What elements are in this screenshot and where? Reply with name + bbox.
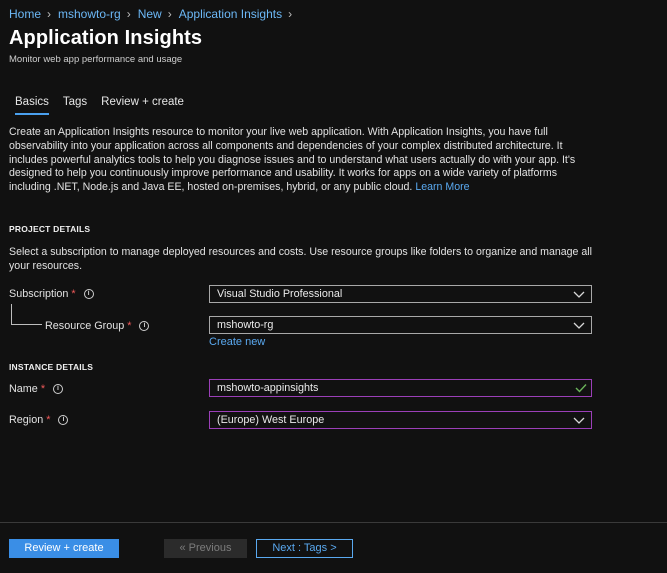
region-value: (Europe) West Europe [217, 414, 325, 426]
page-title: Application Insights [9, 27, 203, 49]
chevron-right-icon: › [167, 7, 172, 21]
previous-button[interactable]: « Previous [164, 539, 247, 558]
tab-tags[interactable]: Tags [63, 96, 87, 115]
breadcrumb-application-insights[interactable]: Application Insights [179, 7, 282, 21]
info-icon[interactable]: i [83, 289, 94, 299]
subscription-label: Subscription * i [9, 288, 94, 300]
tree-connector [11, 304, 42, 325]
description: Create an Application Insights resource … [9, 126, 599, 195]
review-create-button[interactable]: Review + create [9, 539, 119, 558]
name-value: mshowto-appinsights [217, 382, 319, 394]
breadcrumb-resource-group[interactable]: mshowto-rg [58, 7, 121, 21]
region-label-text: Region [9, 414, 44, 426]
tab-review-create[interactable]: Review + create [101, 96, 184, 115]
create-new-link[interactable]: Create new [209, 336, 265, 348]
chevron-right-icon: › [47, 7, 52, 21]
name-label-text: Name [9, 383, 38, 395]
breadcrumb: Home › mshowto-rg › New › Application In… [9, 7, 299, 21]
checkmark-icon [575, 384, 587, 393]
region-select[interactable]: (Europe) West Europe [209, 411, 592, 429]
description-text: Create an Application Insights resource … [9, 126, 576, 194]
info-icon[interactable]: i [58, 415, 69, 425]
instance-details-heading: INSTANCE DETAILS [9, 362, 94, 372]
subscription-select[interactable]: Visual Studio Professional [209, 285, 592, 303]
info-icon[interactable]: i [139, 321, 150, 331]
breadcrumb-home[interactable]: Home [9, 7, 41, 21]
required-marker: * [46, 414, 51, 426]
required-marker: * [127, 320, 132, 332]
name-input[interactable]: mshowto-appinsights [209, 379, 592, 397]
tab-bar: Basics Tags Review + create [15, 96, 198, 115]
resource-group-select[interactable]: mshowto-rg [209, 316, 592, 334]
chevron-right-icon: › [288, 7, 293, 21]
chevron-down-icon [573, 417, 585, 424]
next-tags-button[interactable]: Next : Tags > [256, 539, 353, 558]
chevron-right-icon: › [126, 7, 131, 21]
chevron-down-icon [573, 291, 585, 298]
breadcrumb-new[interactable]: New [138, 7, 162, 21]
project-details-heading: PROJECT DETAILS [9, 224, 91, 234]
subscription-label-text: Subscription [9, 288, 69, 300]
required-marker: * [40, 383, 46, 395]
info-icon[interactable]: i [53, 384, 64, 394]
project-details-text: Select a subscription to manage deployed… [9, 246, 592, 272]
name-label: Name * i [9, 383, 64, 395]
chevron-down-icon [573, 322, 585, 329]
subscription-value: Visual Studio Professional [217, 288, 343, 300]
learn-more-link[interactable]: Learn More [415, 181, 469, 193]
resource-group-value: mshowto-rg [217, 319, 274, 331]
resource-group-label: Resource Group * i [45, 320, 150, 332]
tab-basics[interactable]: Basics [15, 96, 49, 115]
required-marker: * [71, 288, 76, 300]
region-label: Region * i [9, 414, 69, 426]
footer-divider [0, 522, 667, 523]
page-subtitle: Monitor web app performance and usage [9, 54, 183, 65]
resource-group-label-text: Resource Group [45, 320, 125, 332]
